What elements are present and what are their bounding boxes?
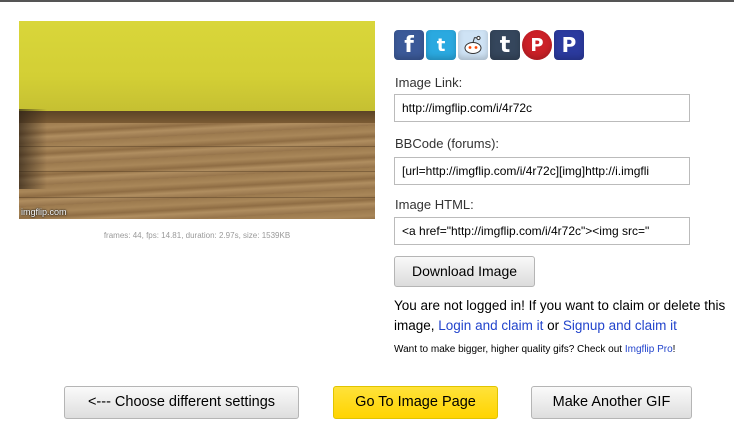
bbcode-label: BBCode (forums): [395, 136, 500, 151]
twitter-icon[interactable]: t [426, 30, 456, 60]
imgflip-pro-link[interactable]: Imgflip Pro [625, 344, 673, 355]
image-link-label: Image Link: [395, 75, 463, 90]
watermark: imgflip.com [21, 207, 67, 217]
image-html-label: Image HTML: [395, 197, 474, 212]
bbcode-field[interactable]: [url=http://imgflip.com/i/4r72c][img]htt… [394, 157, 690, 185]
preview-wall [19, 21, 375, 113]
make-another-gif-button[interactable]: Make Another GIF [531, 386, 692, 419]
login-claim-link[interactable]: Login and claim it [438, 318, 543, 333]
gif-preview[interactable]: imgflip.com [19, 21, 375, 219]
pinterest-icon[interactable]: P [522, 30, 552, 60]
go-to-image-page-button[interactable]: Go To Image Page [333, 386, 498, 419]
top-divider [0, 0, 734, 2]
facebook-icon[interactable]: f [394, 30, 424, 60]
download-image-button[interactable]: Download Image [394, 256, 535, 287]
pro-message-text: Want to make bigger, higher quality gifs… [394, 344, 625, 355]
signup-claim-link[interactable]: Signup and claim it [563, 318, 677, 333]
image-html-field[interactable]: <a href="http://imgflip.com/i/4r72c"><im… [394, 217, 690, 245]
reddit-icon[interactable] [458, 30, 488, 60]
plank-line [19, 146, 375, 147]
login-or-text: or [543, 318, 563, 333]
login-message: You are not logged in! If you want to cl… [394, 296, 744, 336]
pro-message: Want to make bigger, higher quality gifs… [394, 344, 675, 355]
pinterest-alt-icon[interactable]: P [554, 30, 584, 60]
plank-line [19, 171, 375, 172]
choose-different-settings-button[interactable]: <--- Choose different settings [64, 386, 299, 419]
share-bar: f t t P P [394, 30, 584, 60]
gif-info: frames: 44, fps: 14.81, duration: 2.97s,… [103, 231, 291, 240]
preview-baseboard [19, 111, 375, 123]
preview-shadow [19, 109, 47, 189]
tumblr-icon[interactable]: t [490, 30, 520, 60]
pro-message-suffix: ! [672, 344, 676, 355]
reddit-alien-glyph [464, 35, 482, 54]
plank-line [19, 197, 375, 198]
image-link-field[interactable]: http://imgflip.com/i/4r72c [394, 94, 690, 122]
